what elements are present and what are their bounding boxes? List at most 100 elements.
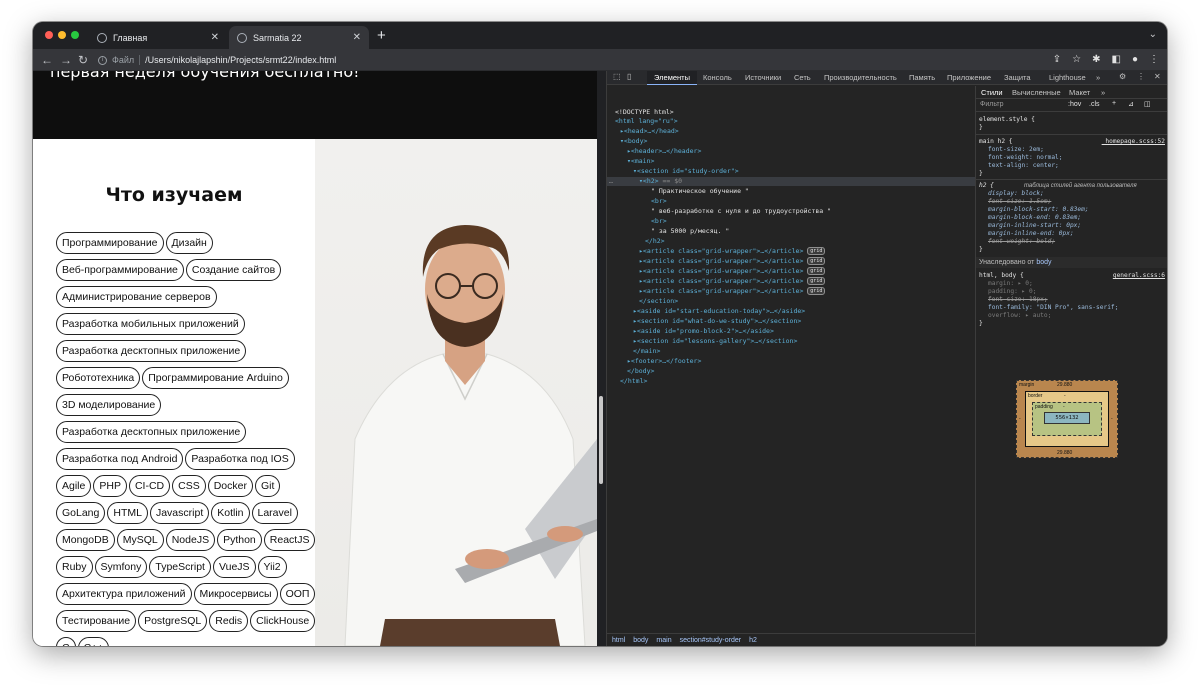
dom-main-open[interactable]: ▾<main> xyxy=(627,157,654,166)
dom-article[interactable]: ▸<article class="grid-wrapper">…</articl… xyxy=(639,257,826,266)
css-property-inactive[interactable]: overflow: ▸ auto; xyxy=(988,312,1051,320)
dom-text-3[interactable]: " за 5000 р/месяц. " xyxy=(651,227,729,236)
dom-br-2[interactable]: <br> xyxy=(651,217,667,226)
tab-sources[interactable]: Источники xyxy=(745,73,781,82)
dom-body-open[interactable]: ▾<body> xyxy=(620,137,647,146)
margin-right-value[interactable]: - xyxy=(1111,416,1113,422)
css-property[interactable]: text-align: center; xyxy=(988,162,1059,170)
crumb-section[interactable]: section#study-order xyxy=(680,637,741,644)
box-model-border[interactable]: border - padding - 556×132 xyxy=(1025,391,1109,447)
close-icon[interactable]: ✕ xyxy=(1154,72,1161,81)
tab-computed[interactable]: Вычисленные xyxy=(1012,88,1061,97)
tab-styles[interactable]: Стили xyxy=(981,88,1003,97)
dom-br-1[interactable]: <br> xyxy=(651,197,667,206)
css-property[interactable]: font-weight: normal; xyxy=(988,154,1063,162)
box-model-margin[interactable]: margin 29.880 29.880 - - border - paddin… xyxy=(1016,380,1118,458)
css-property[interactable]: display: block; xyxy=(988,190,1044,198)
dom-text-2[interactable]: " веб-разработке с нуля и до трудоустрой… xyxy=(651,207,831,216)
dom-h2-close[interactable]: </h2> xyxy=(645,237,665,246)
inspect-element-icon[interactable]: ⬚ xyxy=(613,72,621,81)
dom-text-1[interactable]: " Практическое обучение " xyxy=(651,187,749,196)
tab-application[interactable]: Приложение xyxy=(947,73,991,82)
inherited-from-link[interactable]: body xyxy=(1036,259,1051,266)
dom-article[interactable]: ▸<article class="grid-wrapper">…</articl… xyxy=(639,267,826,276)
border-value[interactable]: - xyxy=(1064,393,1066,399)
rule-source-link[interactable]: _homepage.scss:52 xyxy=(1102,138,1165,146)
dom-head[interactable]: ▸<head>…</head> xyxy=(620,127,679,136)
tab-close-icon[interactable]: ✕ xyxy=(211,32,219,43)
css-property[interactable]: margin-block-end: 0.83em; xyxy=(988,214,1081,222)
bookmark-star-icon[interactable]: ☆ xyxy=(1072,52,1081,68)
more-tabs-button[interactable]: » xyxy=(1096,73,1100,82)
tab-sarmatia[interactable]: Sarmatia 22 ✕ xyxy=(229,26,369,49)
dom-section-what[interactable]: ▸<section id="what-do-we-study">…</secti… xyxy=(633,317,801,326)
add-rule-icon[interactable]: + xyxy=(1112,100,1116,107)
hov-toggle[interactable]: :hov xyxy=(1068,101,1081,108)
sidebar-toggle-icon[interactable]: ◫ xyxy=(1144,100,1151,108)
side-panel-icon[interactable]: ◧ xyxy=(1112,52,1121,68)
dom-body-close[interactable]: </body> xyxy=(627,367,654,376)
dom-aside-promo[interactable]: ▸<aside id="promo-block-2">…</aside> xyxy=(633,327,774,336)
rule-selector[interactable]: main h2 { xyxy=(979,138,1013,146)
css-property[interactable]: font-size: 2em; xyxy=(988,146,1044,154)
tab-network[interactable]: Сеть xyxy=(794,73,811,82)
new-tab-button[interactable]: + xyxy=(377,28,386,44)
margin-left-value[interactable]: - xyxy=(1019,416,1021,422)
css-property-inactive[interactable]: padding: ▸ 0; xyxy=(988,288,1036,296)
address-bar[interactable]: i Файл /Users/nikolajlapshin/Projects/sr… xyxy=(98,51,1058,69)
kebab-menu-icon[interactable]: ⋮ xyxy=(1137,72,1145,81)
info-icon[interactable]: i xyxy=(98,55,107,65)
tab-glavnaya[interactable]: Главная ✕ xyxy=(89,26,227,49)
box-model-padding[interactable]: padding - 556×132 xyxy=(1032,402,1102,436)
tab-elements[interactable]: Элементы xyxy=(654,73,690,82)
rule-selector[interactable]: h2 { xyxy=(979,182,994,190)
dom-section-open[interactable]: ▾<section id="study-order"> xyxy=(633,167,739,176)
node-ellipsis[interactable]: … xyxy=(609,177,613,186)
css-property-overridden[interactable]: font-size: 1.5em; xyxy=(988,198,1051,206)
dom-footer[interactable]: ▸<footer>…</footer> xyxy=(627,357,701,366)
page-scrollbar[interactable] xyxy=(599,396,603,484)
dom-html-open[interactable]: <html lang="ru"> xyxy=(615,117,678,126)
dom-article[interactable]: ▸<article class="grid-wrapper">…</articl… xyxy=(639,287,826,296)
dom-aside-start[interactable]: ▸<aside id="start-education-today">…</as… xyxy=(633,307,805,316)
cls-toggle[interactable]: .cls xyxy=(1089,101,1100,108)
profile-icon[interactable]: ● xyxy=(1132,52,1138,68)
grid-badge[interactable]: grid xyxy=(807,267,826,275)
dom-article[interactable]: ▸<article class="grid-wrapper">…</articl… xyxy=(639,277,826,286)
dom-header[interactable]: ▸<header>…</header> xyxy=(627,147,701,156)
forward-button[interactable]: → xyxy=(60,52,72,68)
rule-source-link[interactable]: general.scss:6 xyxy=(1113,272,1165,280)
margin-bottom-value[interactable]: 29.880 xyxy=(1057,450,1072,456)
tab-performance[interactable]: Производительность xyxy=(824,73,897,82)
grid-badge[interactable]: grid xyxy=(807,287,826,295)
minimize-window-button[interactable] xyxy=(58,31,66,39)
tab-lighthouse[interactable]: Lighthouse xyxy=(1049,73,1086,82)
css-property-inactive[interactable]: margin: ▸ 0; xyxy=(988,280,1033,288)
crumb-main[interactable]: main xyxy=(656,637,671,644)
grid-badge[interactable]: grid xyxy=(807,277,826,285)
gear-icon[interactable]: ⚙ xyxy=(1119,72,1126,81)
dom-section-gallery[interactable]: ▸<section id="lessons-gallery">…</sectio… xyxy=(633,337,797,346)
filter-input[interactable]: Фильтр xyxy=(980,101,1004,108)
device-toggle-icon[interactable]: ▯ xyxy=(627,72,631,81)
tab-close-icon[interactable]: ✕ xyxy=(353,32,361,43)
extensions-icon[interactable]: ✱ xyxy=(1092,52,1100,68)
dom-html-close[interactable]: </html> xyxy=(620,377,647,386)
css-property-overridden[interactable]: font-size: 18px; xyxy=(988,296,1048,304)
kebab-menu-icon[interactable]: ⋮ xyxy=(1149,52,1159,68)
grid-badge[interactable]: grid xyxy=(807,257,826,265)
dom-main-close[interactable]: </main> xyxy=(633,347,660,356)
box-model-content[interactable]: 556×132 xyxy=(1044,412,1090,424)
tab-layout[interactable]: Макет xyxy=(1069,88,1090,97)
crumb-h2[interactable]: h2 xyxy=(749,637,757,644)
padding-value[interactable]: - xyxy=(1063,404,1065,410)
css-property-overridden[interactable]: font-weight: bold; xyxy=(988,238,1055,246)
close-window-button[interactable] xyxy=(45,31,53,39)
fullscreen-window-button[interactable] xyxy=(71,31,79,39)
margin-top-value[interactable]: 29.880 xyxy=(1057,382,1072,388)
css-property[interactable]: margin-block-start: 0.83em; xyxy=(988,206,1089,214)
crumb-body[interactable]: body xyxy=(633,637,648,644)
dom-article[interactable]: ▸<article class="grid-wrapper">…</articl… xyxy=(639,247,826,256)
tab-security[interactable]: Защита xyxy=(1004,73,1031,82)
css-property[interactable]: margin-inline-end: 0px; xyxy=(988,230,1074,238)
